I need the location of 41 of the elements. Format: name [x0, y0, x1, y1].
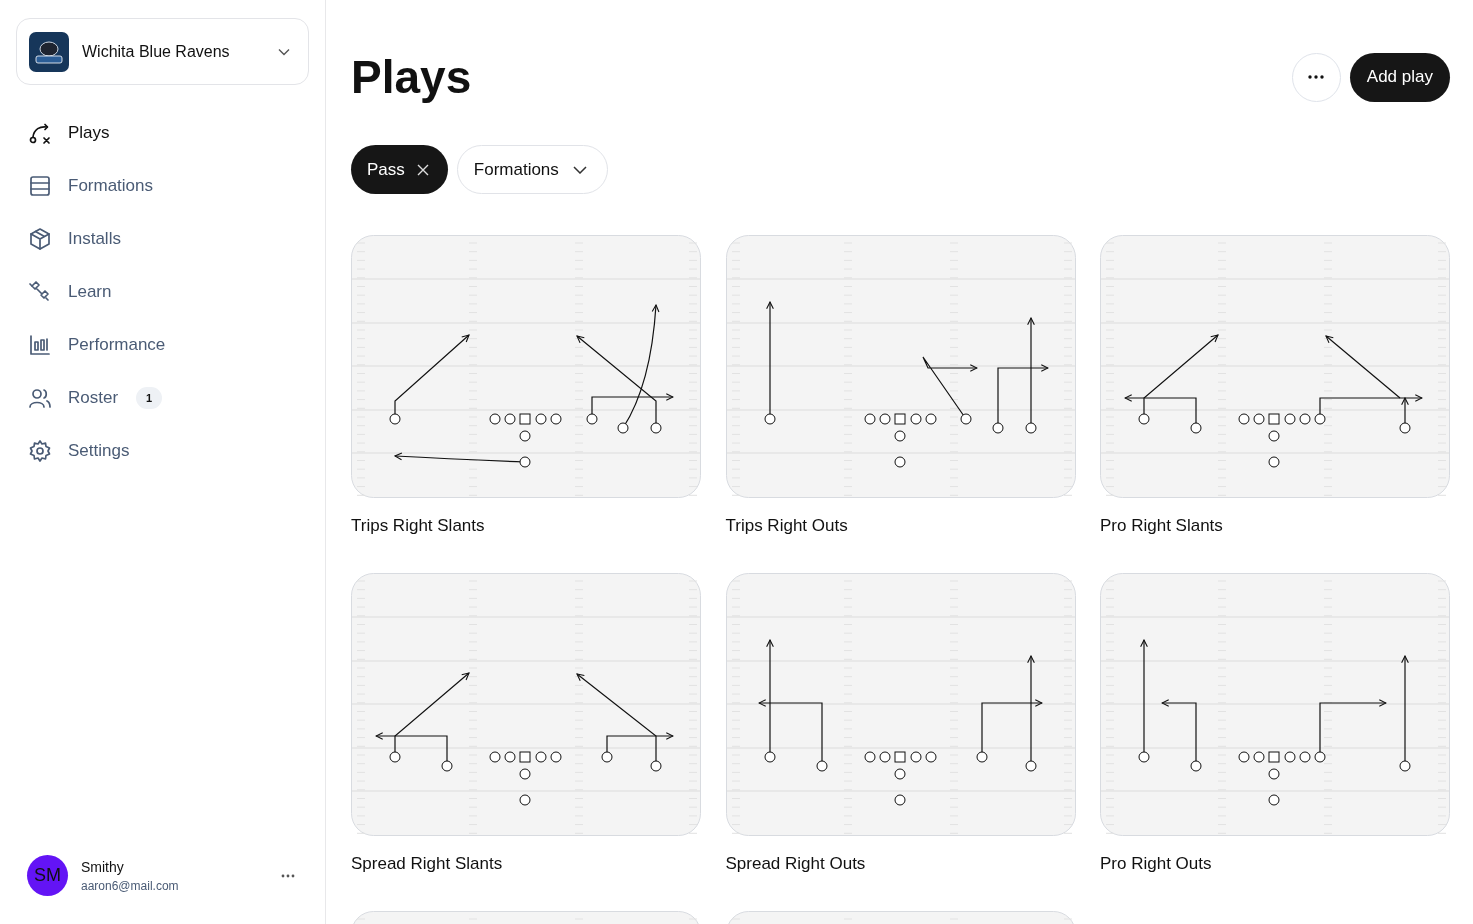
play-diagram-drawing[interactable]: [351, 235, 701, 498]
play-diagram-drawing[interactable]: [725, 235, 1076, 498]
nav-item[interactable]: Learn: [28, 272, 309, 312]
close-icon[interactable]: [416, 163, 429, 176]
nav-item[interactable]: Installs: [28, 219, 309, 259]
play-diagram-drawing[interactable]: [351, 573, 701, 836]
cube-icon: [28, 227, 52, 251]
play-title[interactable]: Trips Right Outs: [725, 516, 1076, 536]
route-icon: [28, 121, 52, 145]
add-play-button[interactable]: Add play: [1349, 52, 1450, 102]
count-badge: 1: [136, 387, 163, 409]
nav-item[interactable]: Settings: [28, 431, 309, 471]
more-icon: [1308, 75, 1325, 79]
nav-item[interactable]: Formations: [28, 166, 309, 206]
nav-item[interactable]: Plays: [28, 113, 309, 153]
settings-icon: [28, 439, 52, 463]
users-icon: [28, 386, 52, 410]
play-title[interactable]: Pro Right Outs: [1100, 854, 1450, 874]
nav-item[interactable]: Performance: [28, 325, 309, 365]
formations-dropdown[interactable]: Formations: [456, 145, 608, 194]
team-switcher[interactable]: Wichita Blue Ravens: [16, 18, 309, 85]
play-diagram-drawing[interactable]: [1100, 235, 1450, 498]
chevron-down-icon: [278, 47, 290, 56]
team-logo-icon: [29, 31, 69, 72]
rows-icon: [28, 174, 52, 198]
nav-item[interactable]: Roster 1: [28, 378, 309, 418]
user-email: aaron6@mail.com: [81, 878, 180, 893]
user-avatar: SM: [27, 855, 68, 896]
user-name: Smithy: [81, 858, 125, 875]
page-title: Plays: [351, 50, 472, 104]
bar-chart-icon: [28, 333, 52, 357]
play-title[interactable]: Pro Right Slants: [1100, 516, 1450, 536]
play-diagram-drawing[interactable]: [725, 573, 1076, 836]
play-title[interactable]: Trips Right Slants: [351, 516, 701, 536]
filter-chip[interactable]: Pass: [351, 145, 448, 194]
play-title[interactable]: Spread Right Slants: [351, 854, 701, 874]
play-diagram-drawing[interactable]: [1100, 573, 1450, 836]
play-title[interactable]: Spread Right Outs: [725, 854, 1076, 874]
chevron-down-icon: [572, 165, 587, 174]
dumbbell-icon: [28, 280, 52, 304]
more-icon: [281, 873, 295, 878]
